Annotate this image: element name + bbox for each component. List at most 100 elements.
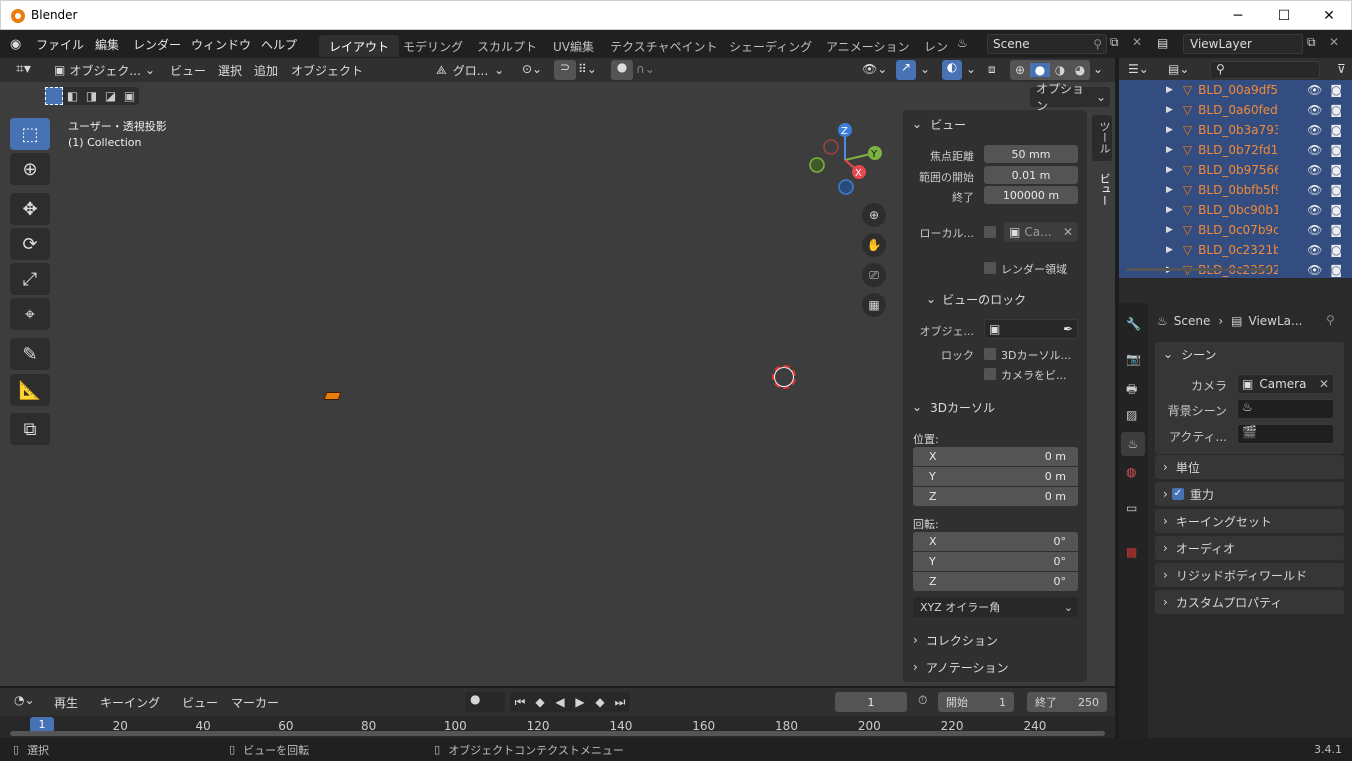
lock-object-field[interactable]: ▣ ✒	[984, 319, 1078, 339]
eye-icon[interactable]: 👁	[1307, 263, 1322, 277]
mode-selector[interactable]: ▣ オブジェク... ⌄	[50, 60, 157, 80]
falloff-icon[interactable]: ∩⌄	[636, 62, 655, 76]
filter-icon[interactable]: ⊽	[1337, 62, 1346, 76]
minimize-button[interactable]: ─	[1215, 1, 1261, 31]
camera-render-icon[interactable]: ◙	[1330, 223, 1342, 237]
expand-arrow-icon[interactable]: ▶	[1166, 145, 1173, 155]
eye-icon[interactable]: 👁	[1307, 243, 1322, 257]
tab-render[interactable]: レン	[914, 35, 948, 57]
scene-selector[interactable]: Scene ⚲	[987, 34, 1107, 54]
select-extend-icon[interactable]: ◧	[63, 89, 82, 103]
active-clip-field[interactable]: 🎬	[1237, 424, 1334, 444]
viewlayer-selector[interactable]: ViewLayer	[1183, 34, 1303, 54]
rotation-x-field[interactable]: X 0°	[913, 532, 1078, 551]
background-scene-field[interactable]: ♨	[1237, 399, 1334, 419]
focal-length-field[interactable]: 50 mm	[984, 145, 1078, 163]
eye-icon[interactable]: 👁	[1307, 103, 1322, 117]
menu-add[interactable]: 追加	[254, 62, 278, 79]
scene-icon[interactable]: ♨	[957, 36, 968, 50]
snap-icon[interactable]: ⊃	[554, 60, 576, 80]
menu-select[interactable]: 選択	[218, 62, 242, 79]
camera-render-icon[interactable]: ◙	[1330, 163, 1342, 177]
menu-keying[interactable]: キーイング	[100, 694, 160, 711]
3d-cursor-icon[interactable]	[772, 365, 796, 389]
camera-render-icon[interactable]: ◙	[1330, 103, 1342, 117]
collection-section-header[interactable]: › コレクション	[913, 628, 998, 652]
camera-render-icon[interactable]: ◙	[1330, 143, 1342, 157]
rotate-tool[interactable]: ⟳	[10, 228, 50, 260]
menu-marker[interactable]: マーカー	[231, 694, 279, 711]
perspective-toggle-icon[interactable]: ▦	[862, 293, 886, 317]
view-lock-header[interactable]: ⌄ ビューのロック	[926, 287, 1026, 311]
camera-render-icon[interactable]: ◙	[1330, 123, 1342, 137]
rotation-z-field[interactable]: Z 0°	[913, 572, 1078, 591]
overlay-toggle-icon[interactable]: ◐	[942, 60, 962, 80]
3d-cursor-header[interactable]: ⌄ 3Dカーソル	[912, 395, 995, 419]
play-icon[interactable]: ▶	[570, 695, 590, 709]
tab-view[interactable]: ビュー	[1092, 165, 1112, 215]
rigid-body-world-section[interactable]: › リジッドボディワールド	[1155, 563, 1344, 587]
tab-shading[interactable]: シェーディング	[719, 35, 822, 57]
scene-section-header[interactable]: ⌄ シーン	[1163, 342, 1216, 366]
menu-file[interactable]: ファイル	[36, 36, 84, 53]
eye-icon[interactable]: 👁	[1307, 123, 1322, 137]
tool-tab-icon[interactable]: 🔧	[1126, 317, 1141, 331]
eye-icon[interactable]: 👁	[1307, 223, 1322, 237]
select-new-icon[interactable]	[45, 87, 63, 105]
select-invert-icon[interactable]: ◪	[101, 89, 120, 103]
close-button[interactable]: ✕	[1306, 1, 1352, 31]
solid-shading-icon[interactable]: ●	[1030, 63, 1050, 77]
outliner-item[interactable]: ▶ ▽ BLD_0b3a793a 👁 ◙	[1119, 120, 1352, 140]
menu-window[interactable]: ウィンドウ	[191, 36, 251, 53]
scale-tool[interactable]: ⤢	[10, 263, 50, 295]
camera-render-icon[interactable]: ◙	[1330, 243, 1342, 257]
wireframe-shading-icon[interactable]: ⊕	[1010, 63, 1030, 77]
eye-icon[interactable]: 👁	[1307, 163, 1322, 177]
delete-scene-icon[interactable]: ✕	[1132, 35, 1142, 49]
outliner-item[interactable]: ▶ ▽ BLD_0b975665 👁 ◙	[1119, 160, 1352, 180]
custom-properties-section[interactable]: › カスタムプロパティ	[1155, 590, 1344, 614]
clip-end-field[interactable]: 100000 m	[984, 186, 1078, 204]
add-cube-tool[interactable]: ⧉	[10, 413, 50, 445]
camera-render-icon[interactable]: ◙	[1330, 203, 1342, 217]
keying-sets-section[interactable]: › キーイングセット	[1155, 509, 1344, 533]
xray-icon[interactable]: ⧈	[988, 62, 996, 77]
jump-start-icon[interactable]: ⏮	[510, 695, 530, 710]
preview-range-icon[interactable]: ⏱	[918, 693, 927, 708]
menu-edit[interactable]: 編集	[95, 36, 119, 53]
gravity-checkbox[interactable]: ✓	[1171, 488, 1184, 500]
expand-arrow-icon[interactable]: ▶	[1166, 225, 1173, 235]
tab-animation[interactable]: アニメーション	[816, 35, 920, 57]
camera-field[interactable]: ▣ Camera ✕	[1237, 374, 1334, 394]
camera-render-icon[interactable]: ◙	[1330, 183, 1342, 197]
options-dropdown[interactable]: オプション ⌄	[1030, 82, 1110, 113]
menu-playback[interactable]: 再生	[54, 694, 78, 711]
outliner-item[interactable]: ▶ ▽ BLD_0a60fed0- 👁 ◙	[1119, 100, 1352, 120]
location-y-field[interactable]: Y0 m	[913, 467, 1078, 486]
shading-menu-icon[interactable]: ⌄	[1093, 62, 1103, 76]
prev-keyframe-icon[interactable]: ◆	[530, 695, 550, 709]
outliner-item[interactable]: ▶ ▽ BLD_0bc90b15 👁 ◙	[1119, 200, 1352, 220]
world-tab-icon[interactable]: ◍	[1126, 465, 1136, 479]
outliner-scrollbar[interactable]	[1126, 268, 1271, 271]
pin-icon[interactable]: ⚲	[1326, 313, 1335, 327]
pan-hand-icon[interactable]: ✋	[862, 233, 886, 257]
record-keyframe-button[interactable]: ●	[465, 692, 505, 712]
local-camera-checkbox[interactable]	[984, 226, 996, 238]
outliner-item[interactable]: ▶ ▽ BLD_0c07b9cd 👁 ◙	[1119, 220, 1352, 240]
overlay-menu-icon[interactable]: ⌄	[966, 62, 976, 76]
rendered-shading-icon[interactable]: ◕	[1070, 63, 1090, 77]
gizmo-menu-icon[interactable]: ⌄	[920, 62, 930, 76]
maximize-button[interactable]: ☐	[1261, 1, 1307, 31]
expand-arrow-icon[interactable]: ▶	[1166, 185, 1173, 195]
pivot-icon[interactable]: ⊙⌄	[522, 62, 542, 76]
clip-start-field[interactable]: 0.01 m	[984, 166, 1078, 184]
zoom-icon[interactable]: ⊕	[862, 203, 886, 227]
expand-arrow-icon[interactable]: ▶	[1166, 165, 1173, 175]
expand-arrow-icon[interactable]: ▶	[1166, 205, 1173, 215]
tab-tool[interactable]: ツール	[1092, 115, 1112, 161]
output-tab-icon[interactable]: 🖶	[1126, 380, 1137, 401]
expand-arrow-icon[interactable]: ▶	[1166, 125, 1173, 135]
select-box-tool[interactable]: ⬚	[10, 118, 50, 150]
play-reverse-icon[interactable]: ◀	[550, 695, 570, 709]
